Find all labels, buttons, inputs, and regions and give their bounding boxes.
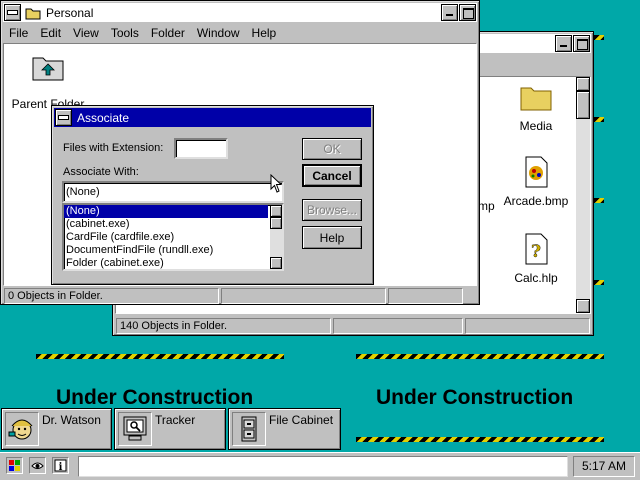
dock-label: Tracker [155, 413, 196, 427]
association-list[interactable]: (None) (cabinet.exe) CardFile (cardfile.… [62, 203, 284, 271]
minimize-button[interactable] [441, 4, 458, 21]
menu-bar: File Edit View Tools Folder Window Help [3, 23, 477, 42]
back-status-bar: 140 Objects in Folder. [116, 318, 590, 334]
associate-combo[interactable]: (None) [62, 181, 284, 203]
list-scroll-down-button[interactable] [270, 257, 282, 269]
list-scroll-thumb[interactable] [270, 217, 282, 229]
status-cell [333, 318, 463, 334]
dock-icon-frame [5, 412, 39, 446]
back-maximize-button[interactable] [573, 35, 590, 52]
back-vertical-scrollbar[interactable] [576, 77, 590, 313]
eye-icon [31, 462, 44, 469]
dock-label: Dr. Watson [42, 413, 101, 427]
dock-icon-frame [118, 412, 152, 446]
menu-window[interactable]: Window [191, 26, 246, 40]
dialog-title: Associate [77, 110, 130, 125]
list-item[interactable]: (None) [64, 205, 268, 218]
associate-with-label: Associate With: [63, 166, 139, 178]
taskbar-start-icon[interactable] [6, 457, 23, 474]
menu-help[interactable]: Help [246, 26, 283, 40]
maximize-button[interactable] [459, 4, 476, 21]
browse-button[interactable]: Browse... [302, 199, 362, 221]
list-scrollbar[interactable] [270, 205, 282, 269]
cancel-button[interactable]: Cancel [302, 164, 362, 187]
parent-folder-item[interactable]: Parent Folder [8, 52, 88, 111]
system-menu-button[interactable] [4, 4, 21, 21]
scroll-up-button[interactable] [576, 77, 590, 91]
status-cell [465, 318, 590, 334]
file-media[interactable]: Media [506, 82, 566, 133]
folder-icon [25, 8, 41, 19]
hazard-stripe [356, 354, 604, 359]
combo-value: (None) [66, 186, 100, 198]
bitmap-icon [525, 156, 548, 188]
mouse-cursor-icon [270, 174, 283, 193]
file-calc-hlp[interactable]: ? Calc.hlp [501, 232, 571, 285]
personal-titlebar[interactable]: Personal [3, 3, 477, 22]
status-cell [221, 288, 386, 304]
menu-view[interactable]: View [67, 26, 105, 40]
dr-watson-icon [8, 419, 33, 440]
extension-label: Files with Extension: [63, 142, 164, 154]
dialog-system-menu-button[interactable] [55, 109, 72, 126]
dialog-titlebar[interactable]: Associate [54, 108, 371, 127]
file-arcade[interactable]: Arcade.bmp [501, 155, 571, 208]
hazard-stripe [594, 35, 604, 40]
file-cabinet-icon [241, 416, 257, 442]
back-status-text: 140 Objects in Folder. [116, 318, 331, 334]
taskbar-task-area[interactable] [78, 456, 568, 477]
menu-tools[interactable]: Tools [105, 26, 145, 40]
taskbar-clock: 5:17 AM [573, 456, 635, 477]
hazard-stripe [356, 437, 604, 442]
ok-button[interactable]: OK [302, 138, 362, 160]
folder-icon [520, 87, 552, 111]
under-construction-right: Under Construction [376, 386, 574, 409]
menu-folder[interactable]: Folder [145, 26, 191, 40]
file-label: Media [519, 119, 553, 133]
info-icon: i [54, 459, 67, 472]
list-item[interactable]: Folder (cabinet.exe) [64, 257, 282, 269]
partial-file-label: mp [478, 199, 495, 213]
dock-item-tracker[interactable]: Tracker [114, 408, 226, 450]
under-construction-left: Under Construction [56, 386, 254, 409]
list-item[interactable]: (cabinet.exe) [64, 218, 282, 231]
dock-item-dr-watson[interactable]: Dr. Watson [1, 408, 112, 450]
menu-file[interactable]: File [3, 26, 34, 40]
file-label: Calc.hlp [514, 271, 558, 285]
list-scroll-up-button[interactable] [270, 205, 282, 217]
status-cell [388, 288, 463, 304]
taskbar-eye-icon-button[interactable] [29, 457, 46, 474]
taskbar: i 5:17 AM [0, 452, 640, 480]
menu-edit[interactable]: Edit [34, 26, 67, 40]
scroll-thumb[interactable] [576, 91, 590, 119]
help-button[interactable]: Help [302, 226, 362, 249]
scroll-down-button[interactable] [576, 299, 590, 313]
extension-input[interactable] [174, 138, 228, 159]
taskbar-info-icon-button[interactable]: i [52, 457, 69, 474]
dock-label: File Cabinet [269, 413, 334, 427]
list-item[interactable]: CardFile (cardfile.exe) [64, 231, 282, 244]
tracker-monitor-icon [123, 416, 147, 441]
hazard-stripe [594, 280, 604, 285]
dock-icon-frame [232, 412, 266, 446]
window-title: Personal [46, 5, 94, 20]
associate-dialog[interactable]: Associate Files with Extension: Associat… [51, 105, 374, 285]
back-minimize-button[interactable] [555, 35, 572, 52]
hazard-stripe [594, 117, 604, 122]
svg-text:?: ? [531, 242, 541, 262]
hazard-stripe [594, 198, 604, 203]
file-label: Arcade.bmp [503, 194, 569, 208]
dock-item-file-cabinet[interactable]: File Cabinet [228, 408, 341, 450]
list-item[interactable]: DocumentFindFile (rundll.exe) [64, 244, 282, 257]
personal-status-text: 0 Objects in Folder. [4, 288, 219, 304]
personal-status-bar: 0 Objects in Folder. [4, 288, 478, 304]
hazard-stripe [36, 354, 284, 359]
help-file-icon: ? [525, 233, 548, 265]
parent-folder-icon [32, 57, 64, 81]
svg-text:i: i [59, 462, 63, 472]
windows-flag-icon [9, 460, 20, 471]
